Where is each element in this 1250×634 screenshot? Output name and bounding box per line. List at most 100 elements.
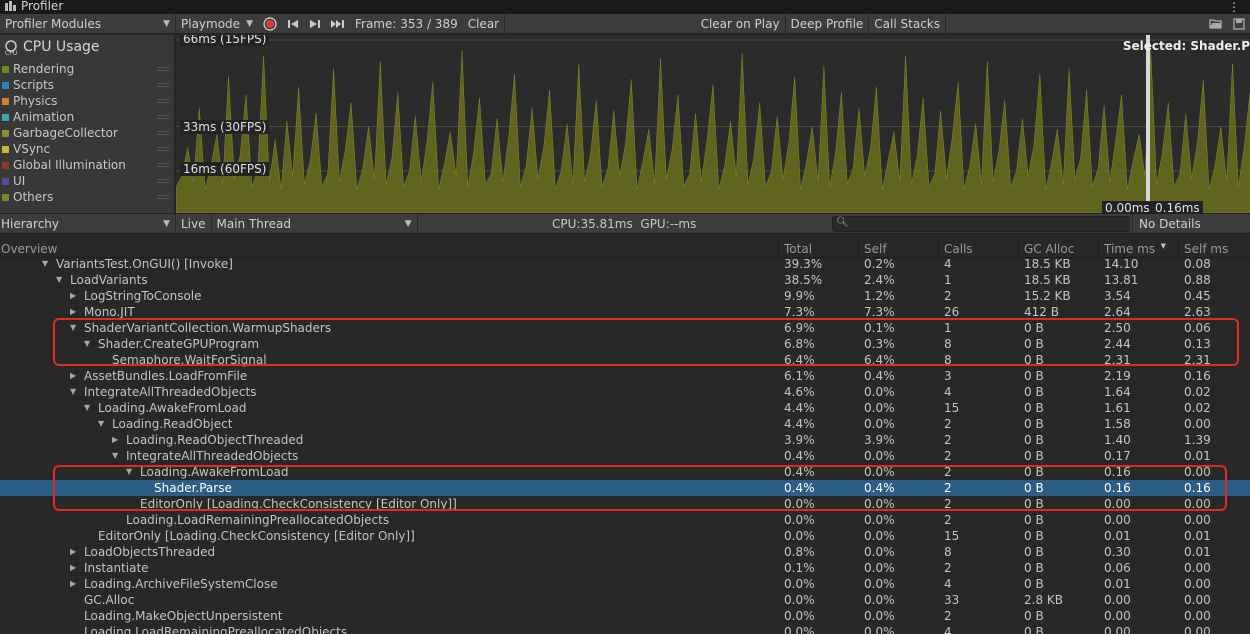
drag-handle-icon[interactable] [157, 83, 169, 87]
cell-self-ms: 0.02 [1184, 385, 1211, 399]
profiler-modules-dropdown[interactable]: Profiler Modules ▼ [0, 13, 176, 34]
legend-item[interactable]: VSync [0, 141, 175, 157]
expanded-arrow-icon[interactable]: ▼ [112, 448, 126, 464]
collapsed-arrow-icon[interactable]: ▶ [70, 544, 84, 560]
record-icon [263, 16, 277, 31]
row-name-label: LogStringToConsole [84, 289, 202, 303]
cell-calls: 8 [944, 545, 952, 559]
call-stacks-toggle[interactable]: Call Stacks [869, 13, 946, 34]
table-row[interactable]: ▶ LoadObjectsThreaded 0.8% 0.0% 8 0 B 0.30 0.01 [0, 544, 1250, 560]
cpu-usage-graph[interactable] [176, 35, 1250, 213]
legend-item[interactable]: Others [0, 189, 175, 205]
legend-label: GarbageCollector [13, 126, 118, 140]
cell-total: 9.9% [784, 289, 815, 303]
collapsed-arrow-icon[interactable]: ▶ [70, 368, 84, 384]
frame-stats: CPU:35.81ms GPU:--ms [552, 214, 696, 235]
legend-item[interactable]: GarbageCollector [0, 125, 175, 141]
current-frame-button[interactable] [326, 14, 350, 34]
cell-self: 0.0% [864, 449, 895, 463]
collapsed-arrow-icon[interactable]: ▶ [70, 288, 84, 304]
profiler-tab[interactable]: Profiler [0, 0, 69, 14]
table-row[interactable]: GC.Alloc 0.0% 0.0% 33 2.8 KB 0.00 0.00 [0, 592, 1250, 608]
cell-gc-alloc: 0 B [1024, 609, 1044, 623]
window-title: Profiler [21, 0, 64, 13]
legend-item[interactable]: Physics [0, 93, 175, 109]
cell-time-ms: 14.10 [1104, 257, 1139, 271]
table-row[interactable]: ▼ LoadVariants 38.5% 2.4% 1 18.5 KB 13.81 0.88 [0, 272, 1250, 288]
expanded-arrow-icon[interactable]: ▼ [42, 256, 56, 272]
table-row[interactable]: Loading.LoadRemainingPreallocatedObjects… [0, 624, 1250, 634]
drag-handle-icon[interactable] [157, 67, 169, 71]
table-row[interactable]: ▶ Loading.ArchiveFileSystemClose 0.0% 0.0% 4… [0, 576, 1250, 592]
drag-handle-icon[interactable] [157, 115, 169, 119]
drag-handle-icon[interactable] [157, 163, 169, 167]
table-row[interactable]: ▶ Loading.ReadObjectThreaded 3.9% 3.9% 2 0 B 1… [0, 432, 1250, 448]
expanded-arrow-icon[interactable]: ▼ [56, 272, 70, 288]
drag-handle-icon[interactable] [157, 195, 169, 199]
table-row[interactable]: Loading.LoadRemainingPreallocatedObjects… [0, 512, 1250, 528]
expanded-arrow-icon[interactable]: ▼ [70, 384, 84, 400]
selected-frame-marker[interactable] [1146, 35, 1150, 213]
table-row[interactable]: ▶ LogStringToConsole 9.9% 1.2% 2 15.2 KB 3.54 0… [0, 288, 1250, 304]
clear-on-play-toggle[interactable]: Clear on Play [696, 13, 786, 34]
drag-handle-icon[interactable] [157, 147, 169, 151]
cell-self-ms: 0.01 [1184, 449, 1211, 463]
cell-self-ms: 0.00 [1184, 577, 1211, 591]
legend-item[interactable]: UI [0, 173, 175, 189]
drag-handle-icon[interactable] [157, 179, 169, 183]
cell-calls: 2 [944, 513, 952, 527]
kebab-menu-icon[interactable]: ⋮ [1228, 0, 1240, 14]
cell-total: 3.9% [784, 433, 815, 447]
details-dropdown[interactable]: No Details [1132, 214, 1250, 235]
load-button[interactable] [1204, 14, 1228, 34]
cpu-usage-chart[interactable]: 66ms (15FPS) 33ms (30FPS) 16ms (60FPS) S… [176, 35, 1250, 213]
save-button[interactable] [1228, 14, 1250, 34]
chevron-down-icon: ▼ [163, 18, 170, 29]
table-row[interactable]: ▼ VariantsTest.OnGUI() [Invoke] 39.3% 0.2% 4… [0, 256, 1250, 272]
view-mode-label: Hierarchy [1, 216, 60, 231]
collapsed-arrow-icon[interactable]: ▶ [70, 560, 84, 576]
row-name: ▼ VariantsTest.OnGUI() [Invoke] [42, 256, 233, 272]
legend-item[interactable]: Scripts [0, 77, 175, 93]
thread-dropdown[interactable]: Main Thread ▼ [212, 213, 418, 234]
table-row[interactable]: ▶ Instantiate 0.1% 0.0% 2 0 B 0.06 0.00 [0, 560, 1250, 576]
cell-self-ms: 0.00 [1184, 417, 1211, 431]
row-name-label: Loading.ArchiveFileSystemClose [84, 577, 278, 591]
frame-counter: Frame: 353 / 389 [354, 16, 458, 31]
step-forward-icon [309, 19, 320, 28]
collapsed-arrow-icon[interactable]: ▶ [112, 432, 126, 448]
search-input[interactable]: 🔍︎ [832, 216, 1130, 232]
cell-total: 4.4% [784, 401, 815, 415]
drag-handle-icon[interactable] [157, 131, 169, 135]
table-row[interactable]: ▼ IntegrateAllThreadedObjects 4.6% 0.0% 4 0 B… [0, 384, 1250, 400]
legend-item[interactable]: Global Illumination [0, 157, 175, 173]
table-row[interactable]: ▼ IntegrateAllThreadedObjects 0.4% 0.0% 2 0 B… [0, 448, 1250, 464]
expanded-arrow-icon[interactable]: ▼ [98, 416, 112, 432]
collapsed-arrow-icon[interactable]: ▶ [70, 576, 84, 592]
playmode-dropdown[interactable]: Playmode ▼ [176, 14, 258, 34]
cell-self: 0.0% [864, 545, 895, 559]
row-name-label: EditorOnly [Loading.CheckConsistency [Ed… [98, 529, 415, 543]
cpu-usage-module[interactable]: CPU CPU Usage Rendering Scripts Physics Ani… [0, 35, 175, 213]
previous-frame-button[interactable] [282, 14, 304, 34]
legend-item[interactable]: Rendering [0, 61, 175, 77]
record-button[interactable] [258, 14, 282, 34]
legend-swatch [2, 81, 9, 89]
deep-profile-toggle[interactable]: Deep Profile [786, 13, 870, 34]
expanded-arrow-icon[interactable]: ▼ [84, 400, 98, 416]
table-row[interactable]: ▼ Loading.ReadObject 4.4% 0.0% 2 0 B 1.58 0.00 [0, 416, 1250, 432]
live-toggle[interactable]: Live [176, 213, 212, 234]
cell-self: 0.0% [864, 593, 895, 607]
clear-button[interactable]: Clear [463, 13, 506, 34]
row-name-label: IntegrateAllThreadedObjects [84, 385, 257, 399]
table-row[interactable]: ▶ AssetBundles.LoadFromFile 6.1% 0.4% 3 0 B 2.… [0, 368, 1250, 384]
table-row[interactable]: EditorOnly [Loading.CheckConsistency [Ed… [0, 528, 1250, 544]
drag-handle-icon[interactable] [157, 99, 169, 103]
legend-item[interactable]: Animation [0, 109, 175, 125]
save-icon [1233, 18, 1245, 29]
table-row[interactable]: ▼ Loading.AwakeFromLoad 4.4% 0.0% 15 0 B 1.61 0… [0, 400, 1250, 416]
next-frame-button[interactable] [304, 14, 326, 34]
cell-gc-alloc: 0 B [1024, 401, 1044, 415]
view-mode-dropdown[interactable]: Hierarchy ▼ [0, 213, 176, 234]
table-row[interactable]: Loading.MakeObjectUnpersistent 0.0% 0.0% 2 0… [0, 608, 1250, 624]
